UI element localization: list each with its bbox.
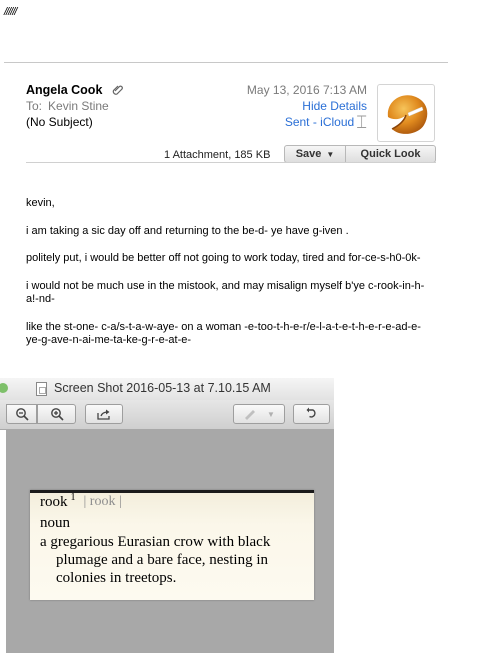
rotate-icon	[306, 407, 316, 418]
subject-line: (No Subject)	[26, 115, 93, 129]
attachment-info: 1 Attachment, 185 KB	[164, 149, 271, 161]
recipient-name[interactable]: Kevin Stine	[48, 99, 109, 113]
text-cursor-icon: ⌶	[356, 112, 367, 132]
quick-look-button[interactable]: Quick Look	[345, 145, 436, 163]
document-icon	[36, 382, 47, 396]
hide-details-link[interactable]: Hide Details	[247, 98, 367, 114]
time-text: 7:13 AM	[322, 83, 367, 97]
rotate-button[interactable]	[293, 404, 330, 424]
save-label: Save	[295, 148, 322, 160]
body-paragraph: politely put, i would be better off not …	[26, 252, 421, 264]
date-text: May 13, 2016	[246, 83, 320, 97]
body-paragraph: kevin,	[26, 197, 55, 209]
dictionary-part-of-speech: noun	[40, 515, 70, 531]
to-label: To:	[26, 99, 43, 113]
dictionary-popup: rook 1 | rook | noun a gregarious Eurasi…	[30, 490, 314, 600]
dictionary-pronunciation: | rook |	[83, 494, 122, 509]
save-button[interactable]: Save ▼	[284, 145, 346, 163]
message-body: kevin, i am taking a sic day off and ret…	[26, 197, 436, 362]
dictionary-headword: rook	[40, 494, 68, 510]
preview-title-bar: Screen Shot 2016-05-13 at 7.10.15 AM	[0, 378, 334, 400]
body-paragraph: i am taking a sic day off and returning …	[26, 224, 349, 237]
markup-button[interactable]: ▼	[233, 404, 285, 424]
message-header-left: Angela Cook To: Kevin Stine (No Subject)	[26, 82, 124, 130]
header-divider	[26, 162, 436, 163]
dictionary-superscript: 1	[70, 492, 76, 503]
dictionary-definition: a gregarious Eurasian crow with black pl…	[40, 534, 271, 586]
share-button[interactable]	[85, 404, 123, 424]
pencil-icon	[245, 410, 256, 420]
recipient-line: To: Kevin Stine	[26, 98, 124, 114]
preview-toolbar: ▼	[0, 400, 334, 430]
quick-look-label: Quick Look	[360, 148, 421, 160]
preview-window-title: Screen Shot 2016-05-13 at 7.10.15 AM	[54, 381, 271, 395]
sender-name[interactable]: Angela Cook	[26, 82, 102, 98]
zoom-in-icon	[50, 408, 64, 421]
window-zoom-button[interactable]	[0, 383, 8, 393]
body-paragraph: like the st-one- c-a/s-t-a-w-aye- on a w…	[26, 320, 421, 347]
page-marks: //////	[4, 6, 17, 18]
body-paragraph: i would not be much use in the mistook, …	[26, 279, 425, 306]
fortune-cookie-icon	[387, 95, 428, 134]
zoom-in-button[interactable]	[37, 404, 76, 424]
share-icon	[97, 409, 110, 420]
chevron-down-icon: ▼	[267, 409, 275, 419]
message-header-right: May 13, 2016 7:13 AM Hide Details Sent -…	[247, 82, 367, 132]
sent-folder-link[interactable]: Sent - iCloud	[285, 114, 354, 130]
top-divider	[4, 62, 448, 63]
dropdown-arrow-icon: ▼	[326, 149, 335, 159]
zoom-out-button[interactable]	[6, 404, 37, 424]
sender-avatar	[377, 84, 435, 142]
zoom-out-icon	[15, 408, 29, 421]
date-time: May 13, 2016 7:13 AM	[247, 82, 367, 98]
paperclip-icon	[113, 85, 124, 95]
